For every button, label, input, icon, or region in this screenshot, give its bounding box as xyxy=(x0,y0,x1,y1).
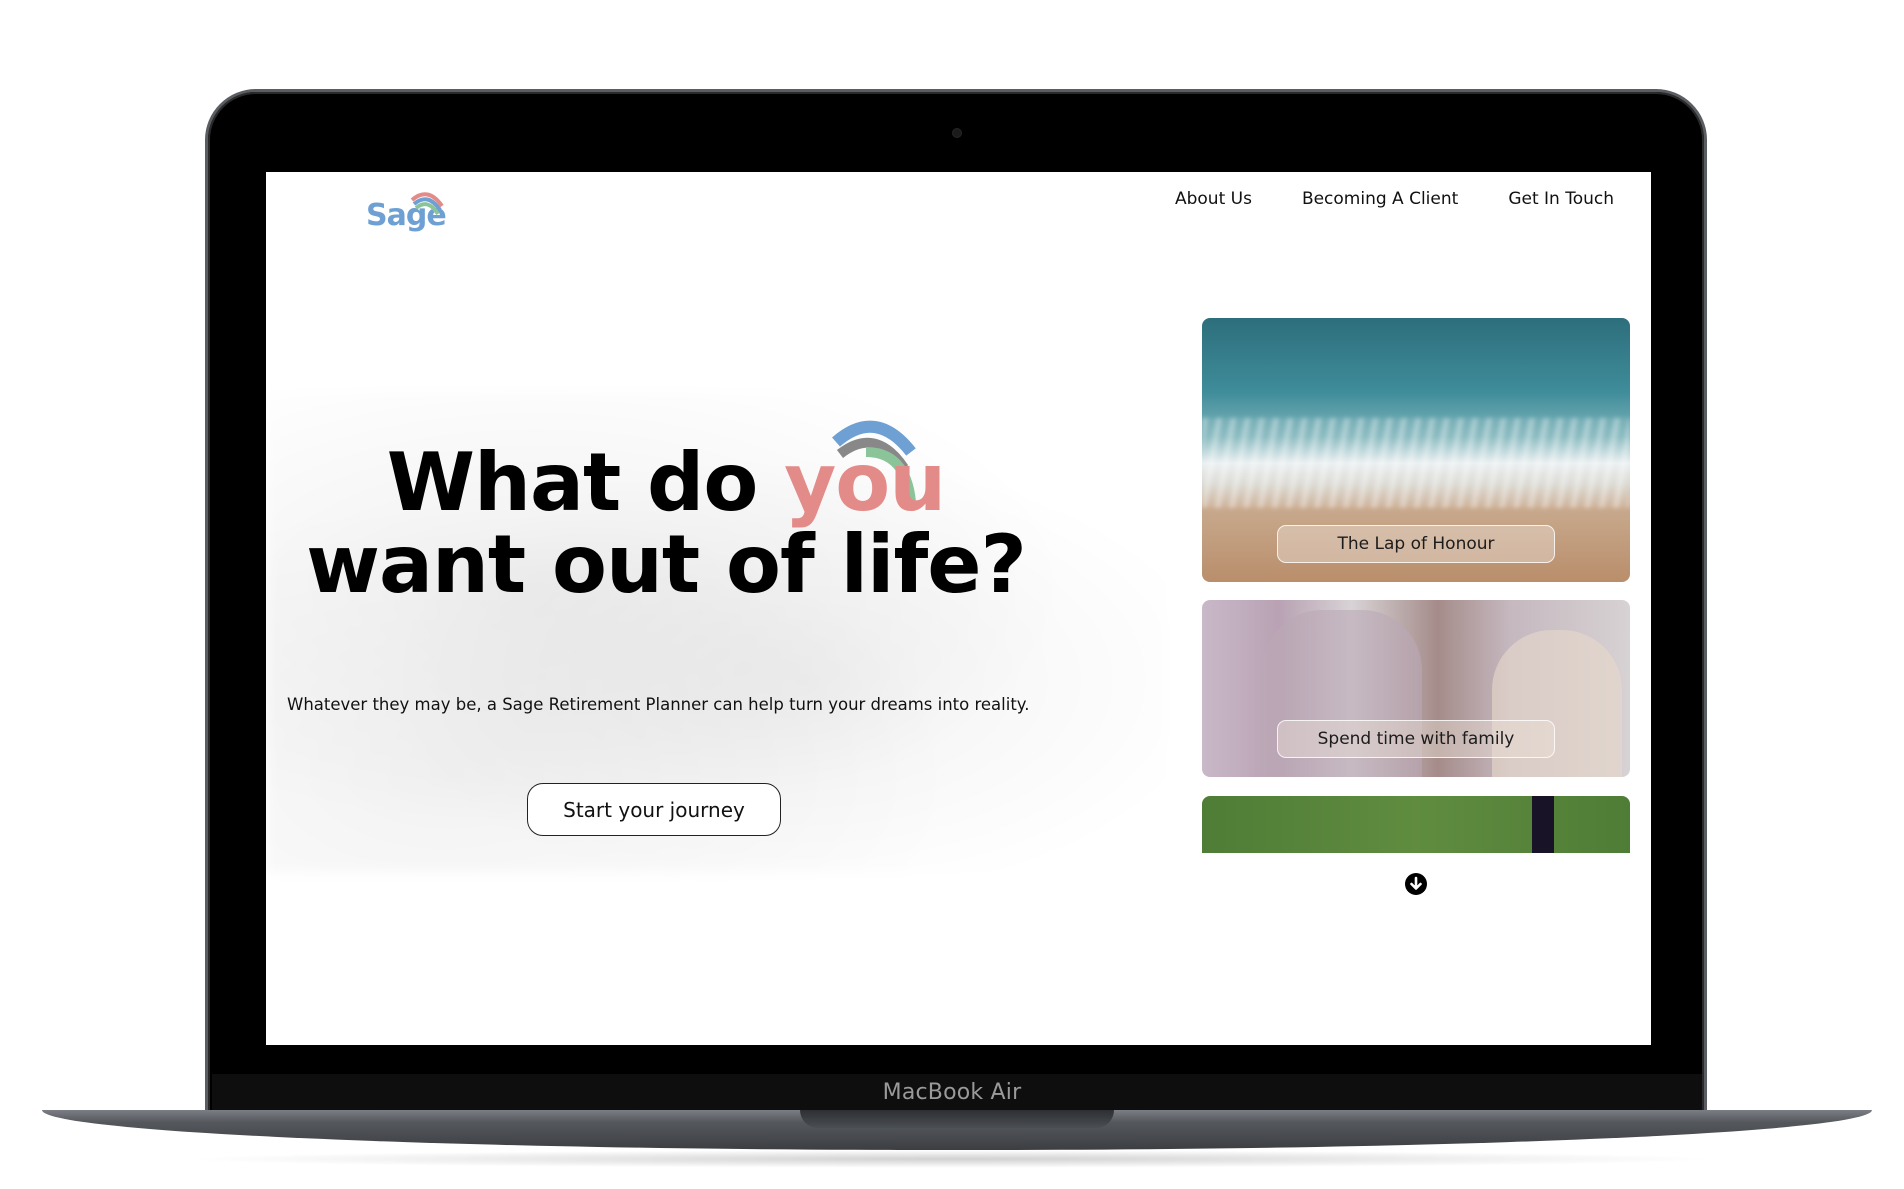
camera-icon xyxy=(952,128,962,138)
arrow-down-circle-icon[interactable] xyxy=(1404,872,1428,896)
headline-part2: want out of life? xyxy=(306,518,1027,611)
nav-becoming-a-client[interactable]: Becoming A Client xyxy=(1302,189,1458,209)
card-family[interactable]: Spend time with family xyxy=(1202,600,1630,777)
hero-headline: What do you want out of life? xyxy=(266,442,1066,606)
beach-image xyxy=(1202,418,1630,508)
headline-part1: What do xyxy=(386,436,758,529)
laptop-notch xyxy=(800,1110,1114,1128)
start-journey-button[interactable]: Start your journey xyxy=(527,783,781,836)
device-label: MacBook Air xyxy=(882,1080,1022,1105)
headline-accent: you xyxy=(784,436,946,529)
nav-get-in-touch[interactable]: Get In Touch xyxy=(1508,189,1614,209)
card-label: The Lap of Honour xyxy=(1277,525,1555,563)
card-golf[interactable] xyxy=(1202,796,1630,853)
logo-arc-icon xyxy=(410,192,444,216)
card-lap-of-honour[interactable]: The Lap of Honour xyxy=(1202,318,1630,582)
main-nav: About Us Becoming A Client Get In Touch xyxy=(1175,189,1614,209)
laptop-shadow xyxy=(180,1150,1724,1168)
hero-subtext: Whatever they may be, a Sage Retirement … xyxy=(287,695,1030,714)
golf-image xyxy=(1532,796,1554,853)
nav-about-us[interactable]: About Us xyxy=(1175,189,1252,209)
website-screen: Sage About Us Becoming A Client Get In T… xyxy=(266,172,1651,1045)
card-label: Spend time with family xyxy=(1277,720,1555,758)
sage-logo[interactable]: Sage xyxy=(366,184,456,234)
